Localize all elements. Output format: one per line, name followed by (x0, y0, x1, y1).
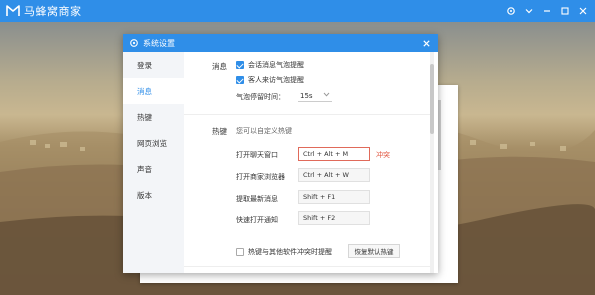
sidebar-item-login[interactable]: 登录 (123, 52, 184, 78)
section-divider (184, 266, 430, 267)
hotkey-input-chat[interactable]: Ctrl + Alt + M (298, 147, 370, 161)
sidebar-item-label: 声音 (137, 164, 152, 174)
sidebar-item-hotkeys[interactable]: 热键 (123, 104, 184, 130)
sidebar-item-browsing[interactable]: 网页浏览 (123, 130, 184, 156)
section-divider (184, 114, 430, 115)
conflict-warn-checkbox[interactable] (236, 248, 244, 256)
chevron-down-icon (323, 92, 330, 99)
sidebar-item-label: 消息 (137, 86, 152, 96)
hotkeys-hint: 您可以自定义热键 (236, 127, 292, 135)
bubble-time-select[interactable]: 15s (298, 90, 332, 102)
messages-section-label: 消息 (212, 62, 227, 71)
hotkey-label-notify: 快速打开通知 (236, 216, 278, 224)
sidebar-item-messages[interactable]: 消息 (123, 78, 184, 104)
app-titlebar: 马蜂窝商家 (0, 0, 595, 22)
app-title: 马蜂窝商家 (24, 5, 82, 18)
dialog-body: 登录 消息 热键 网页浏览 声音 版本 消息 会话消息气泡提醒 客人来访气泡提醒… (123, 52, 438, 273)
hotkeys-section-label: 热键 (212, 127, 227, 136)
sidebar-item-label: 版本 (137, 190, 152, 200)
conflict-warn-option[interactable]: 热键与其他软件冲突时提醒 (236, 247, 332, 257)
conflict-warning: 冲突 (376, 151, 390, 159)
app-logo-icon (6, 5, 20, 17)
visitor-bubble-checkbox[interactable] (236, 76, 244, 84)
settings-gear-icon[interactable] (505, 5, 517, 17)
window-controls (505, 0, 589, 22)
close-icon[interactable] (577, 5, 589, 17)
hotkey-input-notify[interactable]: Shift + F2 (298, 211, 370, 225)
content-scrollbar-thumb[interactable] (430, 64, 434, 134)
sidebar-item-sound[interactable]: 声音 (123, 156, 184, 182)
settings-content: 消息 会话消息气泡提醒 客人来访气泡提醒 气泡停留时间： 15s 热键 您可以自… (184, 52, 434, 273)
sidebar-item-label: 网页浏览 (137, 138, 167, 148)
content-scrollbar[interactable] (430, 52, 434, 273)
hotkey-label-browser: 打开商家浏览器 (236, 173, 285, 181)
dialog-title: 系统设置 (143, 38, 175, 48)
bubble-session-option[interactable]: 会话消息气泡提醒 (236, 60, 304, 70)
minimize-icon[interactable] (541, 5, 553, 17)
settings-icon (129, 38, 139, 48)
dialog-close-icon[interactable] (420, 37, 432, 49)
visitor-bubble-label: 客人来访气泡提醒 (248, 76, 304, 84)
bubble-visitor-option[interactable]: 客人来访气泡提醒 (236, 75, 304, 85)
conflict-warn-label: 热键与其他软件冲突时提醒 (248, 248, 332, 256)
hotkey-label-latest: 提取最新消息 (236, 195, 278, 203)
bubble-time-value: 15s (300, 91, 313, 100)
sidebar-item-label: 登录 (137, 60, 152, 70)
session-bubble-label: 会话消息气泡提醒 (248, 61, 304, 69)
sidebar-item-label: 热键 (137, 112, 152, 122)
session-bubble-checkbox[interactable] (236, 61, 244, 69)
hotkey-input-latest[interactable]: Shift + F1 (298, 190, 370, 204)
sidebar-item-version[interactable]: 版本 (123, 182, 184, 208)
bubble-time-label: 气泡停留时间： (236, 93, 285, 101)
maximize-icon[interactable] (559, 5, 571, 17)
hotkey-input-browser[interactable]: Ctrl + Alt + W (298, 168, 370, 182)
reset-hotkeys-button[interactable]: 恢复默认热键 (348, 244, 400, 258)
dialog-header: 系统设置 (123, 34, 438, 52)
chevron-down-icon[interactable] (523, 5, 535, 17)
hotkey-label-chat: 打开聊天窗口 (236, 151, 278, 159)
settings-dialog: 系统设置 登录 消息 热键 网页浏览 声音 版本 消息 会话消息气泡提醒 客人来… (123, 34, 438, 273)
settings-sidebar: 登录 消息 热键 网页浏览 声音 版本 (123, 52, 184, 273)
